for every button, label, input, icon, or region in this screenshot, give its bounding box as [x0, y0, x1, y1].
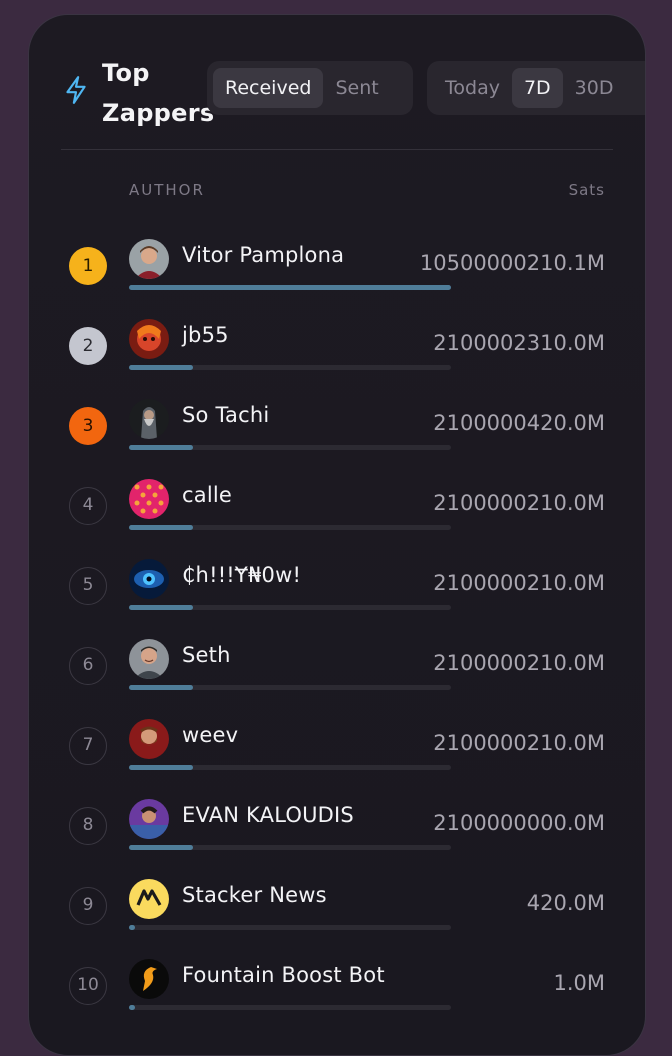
author-name[interactable]: Stacker News: [182, 883, 327, 907]
author-name[interactable]: ₵h!!!Ɏ₦0w!: [182, 563, 301, 587]
share-bar: [129, 445, 451, 450]
avatar[interactable]: [129, 239, 169, 279]
rank-badge: 7: [69, 727, 107, 765]
leaderboard-row[interactable]: 10 Fountain Boost Bot 1.0M: [29, 949, 645, 1029]
author-name[interactable]: Seth: [182, 643, 231, 667]
avatar[interactable]: [129, 399, 169, 439]
avatar[interactable]: [129, 959, 169, 999]
share-bar-fill: [129, 845, 194, 850]
sats-amount: 2100002310.0M: [433, 331, 605, 355]
rank-badge: 6: [69, 647, 107, 685]
author-name[interactable]: Fountain Boost Bot: [182, 963, 385, 987]
tab-received[interactable]: Received: [213, 68, 324, 108]
share-bar-fill: [129, 765, 194, 770]
rank-badge: 5: [69, 567, 107, 605]
tab-7d[interactable]: 7D: [511, 68, 563, 108]
leaderboard-row[interactable]: 6 Seth 2100000210.0M: [29, 629, 645, 709]
header-divider: [61, 149, 613, 150]
avatar[interactable]: [129, 559, 169, 599]
share-bar-fill: [129, 605, 194, 610]
rank-badge: 3: [69, 407, 107, 445]
share-bar: [129, 765, 451, 770]
leaderboard-row[interactable]: 9 Stacker News 420.0M: [29, 869, 645, 949]
sats-amount: 2100000210.0M: [433, 731, 605, 755]
leaderboard-row[interactable]: 8 EVAN KALOUDIS 2100000000.0M: [29, 789, 645, 869]
leaderboard-row[interactable]: 5 ₵h!!!Ɏ₦0w! 2100000210.0M: [29, 549, 645, 629]
author-name[interactable]: calle: [182, 483, 232, 507]
sats-amount: 2100000420.0M: [433, 411, 605, 435]
rank-badge: 1: [69, 247, 107, 285]
column-header-author: AUTHOR: [129, 181, 205, 199]
author-name[interactable]: So Tachi: [182, 403, 269, 427]
sats-amount: 10500000210.1M: [419, 251, 605, 275]
sats-amount: 2100000210.0M: [433, 571, 605, 595]
share-bar: [129, 685, 451, 690]
author-name[interactable]: EVAN KALOUDIS: [182, 803, 354, 827]
tab-today[interactable]: Today: [433, 68, 512, 108]
share-bar-fill: [129, 285, 451, 290]
avatar[interactable]: [129, 879, 169, 919]
author-name[interactable]: Vitor Pamplona: [182, 243, 344, 267]
direction-toggle: Received Sent: [207, 61, 413, 115]
share-bar: [129, 925, 451, 930]
sats-amount: 2100000000.0M: [433, 811, 605, 835]
share-bar: [129, 525, 451, 530]
avatar[interactable]: [129, 319, 169, 359]
card-title: Top Zappers: [102, 59, 215, 127]
tab-30d[interactable]: 30D: [563, 68, 626, 108]
leaderboard-row[interactable]: 4 calle 2100000210.0M: [29, 469, 645, 549]
sats-amount: 420.0M: [526, 891, 605, 915]
share-bar-fill: [129, 525, 194, 530]
author-name[interactable]: jb55: [182, 323, 229, 347]
rank-badge: 4: [69, 487, 107, 525]
share-bar: [129, 285, 451, 290]
author-name[interactable]: weev: [182, 723, 238, 747]
share-bar-fill: [129, 365, 194, 370]
leaderboard-row[interactable]: 7 weev 2100000210.0M: [29, 709, 645, 789]
rank-badge: 8: [69, 807, 107, 845]
share-bar: [129, 845, 451, 850]
avatar[interactable]: [129, 719, 169, 759]
period-toggle: Today 7D 30D: [427, 61, 645, 115]
sats-amount: 1.0M: [553, 971, 605, 995]
avatar[interactable]: [129, 639, 169, 679]
leaderboard-row[interactable]: 3 So Tachi 2100000420.0M: [29, 389, 645, 469]
tab-sent[interactable]: Sent: [323, 68, 390, 108]
share-bar-fill: [129, 925, 136, 930]
leaderboard-row[interactable]: 2 jb55 2100002310.0M: [29, 309, 645, 389]
avatar[interactable]: [129, 479, 169, 519]
share-bar-fill: [129, 1005, 136, 1010]
share-bar: [129, 1005, 451, 1010]
rank-badge: 10: [69, 967, 107, 1005]
top-zappers-card: Top Zappers Received Sent Today 7D 30D A…: [28, 14, 646, 1056]
share-bar-fill: [129, 685, 194, 690]
leaderboard-row[interactable]: 1 Vitor Pamplona 10500000210.1M: [29, 229, 645, 309]
share-bar: [129, 365, 451, 370]
sats-amount: 2100000210.0M: [433, 651, 605, 675]
share-bar: [129, 605, 451, 610]
lightning-bolt-icon: [66, 76, 86, 104]
column-header-sats: Sats: [568, 181, 605, 199]
rank-badge: 9: [69, 887, 107, 925]
share-bar-fill: [129, 445, 194, 450]
avatar[interactable]: [129, 799, 169, 839]
sats-amount: 2100000210.0M: [433, 491, 605, 515]
rank-badge: 2: [69, 327, 107, 365]
